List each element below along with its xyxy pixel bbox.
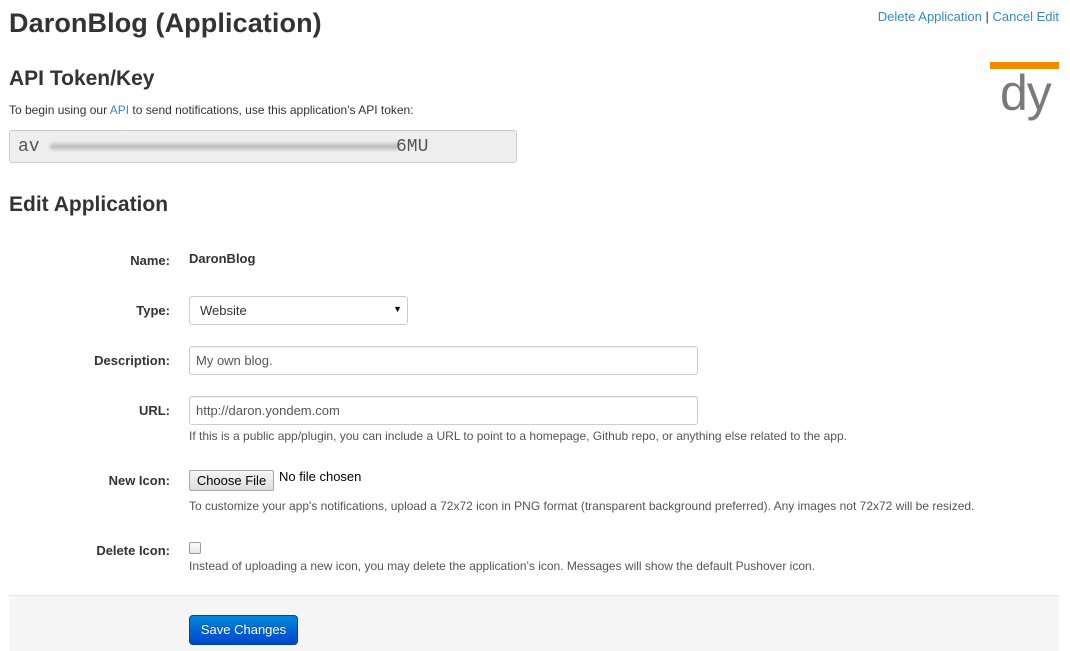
new-icon-label: New Icon:	[108, 473, 170, 488]
type-label: Type:	[136, 303, 170, 318]
header-actions: Delete Application | Cancel Edit	[878, 9, 1059, 24]
delete-application-link[interactable]: Delete Application	[878, 9, 982, 24]
api-token-end: 6MU	[396, 137, 429, 157]
type-select[interactable]: Website ▼	[189, 296, 408, 325]
api-token-start: av	[18, 137, 40, 157]
intro-text-before: To begin using our	[9, 103, 110, 117]
delete-icon-checkbox[interactable]	[189, 542, 201, 554]
new-icon-help-text: To customize your app's notifications, u…	[189, 499, 975, 513]
edit-application-heading: Edit Application	[9, 193, 169, 216]
intro-text-after: to send notifications, use this applicat…	[129, 103, 414, 117]
url-input[interactable]	[189, 396, 698, 425]
api-token-intro: To begin using our API to send notificat…	[9, 103, 414, 117]
site-logo[interactable]: dy	[990, 62, 1059, 126]
api-link[interactable]: API	[110, 103, 129, 117]
cancel-edit-link[interactable]: Cancel Edit	[993, 9, 1059, 24]
link-separator: |	[985, 9, 989, 24]
form-actions-bar	[9, 595, 1059, 651]
api-token-field[interactable]: av 6MU	[9, 130, 517, 163]
chevron-down-icon: ▼	[393, 304, 402, 314]
name-label: Name:	[130, 253, 170, 268]
delete-icon-help-text: Instead of uploading a new icon, you may…	[189, 559, 815, 573]
delete-icon-label: Delete Icon:	[96, 543, 170, 558]
save-changes-button[interactable]: Save Changes	[189, 615, 298, 645]
name-value: DaronBlog	[189, 251, 256, 266]
choose-file-button[interactable]: Choose File	[189, 470, 274, 491]
api-token-redaction	[50, 142, 400, 151]
description-input[interactable]	[189, 346, 698, 375]
url-help-text: If this is a public app/plugin, you can …	[189, 429, 847, 443]
file-status-text: No file chosen	[279, 469, 362, 484]
edit-application-page: DaronBlog (Application) Delete Applicati…	[0, 0, 1070, 651]
description-label: Description:	[94, 353, 170, 368]
url-label: URL:	[138, 403, 170, 418]
logo-letters: dy	[1000, 65, 1052, 121]
api-token-heading: API Token/Key	[9, 67, 155, 90]
page-title: DaronBlog (Application)	[9, 8, 322, 38]
type-select-value: Website	[200, 303, 247, 318]
